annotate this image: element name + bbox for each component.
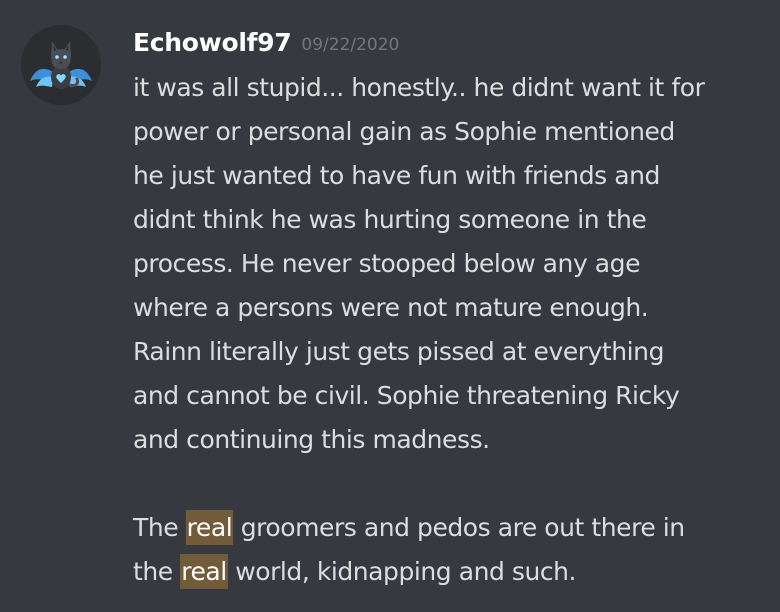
message-line: the real world, kidnapping and such. (133, 550, 773, 594)
message-line: and cannot be civil. Sophie threatening … (133, 381, 680, 410)
chat-message: Echowolf97 09/22/2020 it was all stupid..… (0, 0, 780, 612)
message-line: power or personal gain as Sophie mention… (133, 117, 675, 146)
user-avatar[interactable] (21, 25, 101, 105)
message-line: process. He never stooped below any age (133, 249, 641, 278)
text-segment: groomers and pedos are out there in (233, 513, 685, 542)
username[interactable]: Echowolf97 (133, 28, 292, 57)
message-line: it was all stupid... honestly.. he didnt… (133, 73, 705, 102)
message-header: Echowolf97 09/22/2020 (133, 26, 399, 63)
search-highlight: real (180, 554, 228, 589)
message-line: and continuing this madness. (133, 425, 490, 454)
wolf-avatar-icon (21, 25, 101, 105)
message-line: where a persons were not mature enough. (133, 293, 649, 322)
message-line: The real groomers and pedos are out ther… (133, 506, 773, 550)
search-highlight: real (185, 510, 234, 545)
message-line: Rainn literally just gets pissed at ever… (133, 337, 664, 366)
timestamp[interactable]: 09/22/2020 (301, 35, 399, 55)
message-content: it was all stupid... honestly.. he didnt… (133, 66, 773, 594)
message-line: didnt think he was hurting someone in th… (133, 205, 647, 234)
text-segment: the (133, 557, 181, 586)
message-line: he just wanted to have fun with friends … (133, 161, 660, 190)
text-segment: The (133, 513, 186, 542)
text-segment: world, kidnapping and such. (227, 557, 577, 586)
